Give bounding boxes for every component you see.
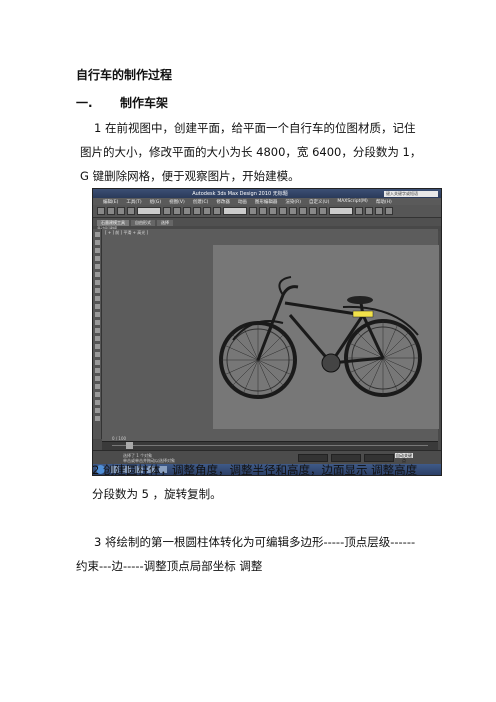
curve-editor-icon[interactable] — [319, 207, 327, 215]
tool-icon[interactable] — [94, 272, 100, 277]
tool-icon[interactable] — [94, 296, 100, 301]
menu-item[interactable]: 编辑(E) — [103, 199, 118, 205]
tool-icon[interactable] — [94, 352, 100, 357]
selection-filter-dropdown[interactable] — [137, 207, 161, 215]
tool-icon[interactable] — [94, 264, 100, 269]
move-icon[interactable] — [193, 207, 201, 215]
menu-item[interactable]: 自定义(U) — [309, 199, 329, 205]
tool-icon[interactable] — [94, 360, 100, 365]
angle-snap-icon[interactable] — [269, 207, 277, 215]
unlink-icon[interactable] — [127, 207, 135, 215]
tool-icon[interactable] — [94, 400, 100, 405]
layer-icon[interactable] — [309, 207, 317, 215]
tool-icon[interactable] — [94, 312, 100, 317]
paragraph-1-line-1: 1 在前视图中，创建平面，给平面一个自行车的位图材质，记住 — [94, 121, 416, 135]
window-titlebar: Autodesk 3ds Max Design 2010 无标题 键入关键字或短… — [93, 189, 441, 198]
mirror-icon[interactable] — [289, 207, 297, 215]
paragraph-1-line-2: 图片的大小，修改平面的大小为长 4800，宽 6400，分段数为 1， — [80, 145, 422, 159]
doc-title: 自行车的制作过程 — [76, 68, 173, 82]
paragraph-3: 3 将绘制的第一根圆柱体转化为可编辑多边形-----顶点层级------ 约束-… — [76, 530, 436, 578]
link-icon[interactable] — [117, 207, 125, 215]
tool-icon[interactable] — [94, 384, 100, 389]
tool-icon[interactable] — [94, 392, 100, 397]
tool-icon[interactable] — [94, 344, 100, 349]
front-viewport[interactable]: [ + ] 前 ] 平滑 + 高光 ] — [102, 229, 439, 441]
rotate-icon[interactable] — [203, 207, 211, 215]
tool-icon[interactable] — [94, 336, 100, 341]
viewport-label[interactable]: [ + ] 前 ] 平滑 + 高光 ] — [105, 230, 148, 236]
percent-snap-icon[interactable] — [279, 207, 287, 215]
tool-icon[interactable] — [94, 256, 100, 261]
menu-item[interactable]: 创建(C) — [193, 199, 209, 205]
tool-icon[interactable] — [94, 328, 100, 333]
paragraph-2: 2 创建圆柱体，调整角度，调整半径和高度，边面显示 调整高度 分段数为 5 ，旋… — [92, 458, 437, 506]
redo-icon[interactable] — [107, 207, 115, 215]
menu-item[interactable]: 图形编辑器 — [255, 199, 278, 205]
material-editor-icon[interactable] — [355, 207, 363, 215]
menu-item[interactable]: MAXScript(M) — [337, 199, 368, 204]
left-toolbar — [93, 229, 102, 439]
section-title: 制作车架 — [120, 96, 169, 110]
tool-icon[interactable] — [94, 416, 100, 421]
menu-item[interactable]: 工具(T) — [126, 199, 141, 205]
paragraph-1: 1 在前视图中，创建平面，给平面一个自行车的位图材质，记住 图片的大小，修改平面… — [80, 116, 434, 188]
paragraph-3-line-2: 约束---边-----调整顶点局部坐标 调整 — [76, 559, 263, 573]
tool-icon[interactable] — [94, 320, 100, 325]
tool-icon[interactable] — [94, 376, 100, 381]
undo-icon[interactable] — [97, 207, 105, 215]
region-icon[interactable] — [183, 207, 191, 215]
section-number: 一. — [76, 96, 93, 110]
bicycle-image — [219, 276, 422, 399]
tool-icon[interactable] — [94, 408, 100, 413]
menu-item[interactable]: 视图(V) — [169, 199, 185, 205]
snap-icon[interactable] — [259, 207, 267, 215]
timeline[interactable]: 0 / 100 — [102, 436, 438, 450]
tool-icon[interactable] — [94, 304, 100, 309]
menu-bar: 编辑(E) 工具(T) 组(G) 视图(V) 创建(C) 修改器 动画 图形编辑… — [93, 198, 441, 205]
paragraph-3-line-1: 3 将绘制的第一根圆柱体转化为可编辑多边形-----顶点层级------ — [94, 535, 416, 549]
paragraph-2-line-1: 2 创建圆柱体，调整角度，调整半径和高度，边面显示 调整高度 — [92, 463, 418, 477]
named-selection-dropdown[interactable] — [329, 207, 353, 215]
menu-item[interactable]: 渲染(R) — [285, 199, 301, 205]
ribbon-tab[interactable]: 自由形式 — [131, 220, 155, 226]
select-by-name-icon[interactable] — [173, 207, 181, 215]
coord-system-dropdown[interactable] — [223, 207, 247, 215]
timeline-label: 0 / 100 — [112, 436, 127, 441]
menu-item[interactable]: 动画 — [238, 199, 247, 205]
window-title: Autodesk 3ds Max Design 2010 无标题 — [192, 191, 288, 197]
timeline-slider[interactable] — [126, 442, 133, 449]
tool-icon[interactable] — [94, 240, 100, 245]
menu-item[interactable]: 帮助(H) — [376, 199, 392, 205]
bicycle-reference-plane[interactable] — [213, 245, 439, 429]
render-icon[interactable] — [385, 207, 393, 215]
select-icon[interactable] — [163, 207, 171, 215]
render-frame-icon[interactable] — [375, 207, 383, 215]
main-toolbar — [93, 205, 441, 218]
tool-icon[interactable] — [94, 248, 100, 253]
section-heading: 一. 制作车架 — [76, 94, 168, 111]
render-setup-icon[interactable] — [365, 207, 373, 215]
menu-item[interactable]: 修改器 — [216, 199, 230, 205]
pivot-icon[interactable] — [249, 207, 257, 215]
tool-icon[interactable] — [94, 288, 100, 293]
scale-icon[interactable] — [213, 207, 221, 215]
paragraph-2-line-2: 分段数为 5 ，旋转复制。 — [92, 487, 222, 501]
max-screenshot: Autodesk 3ds Max Design 2010 无标题 键入关键字或短… — [92, 188, 442, 476]
tool-icon[interactable] — [94, 280, 100, 285]
paragraph-1-line-3: G 键删除网格，便于观察图片，开始建模。 — [80, 169, 300, 183]
search-box[interactable]: 键入关键字或短语 — [384, 190, 438, 197]
ribbon-tab[interactable]: 选择 — [157, 220, 173, 226]
timeline-track[interactable] — [112, 445, 428, 446]
align-icon[interactable] — [299, 207, 307, 215]
menu-item[interactable]: 组(G) — [150, 199, 162, 205]
tool-icon[interactable] — [94, 232, 100, 237]
tool-icon[interactable] — [94, 368, 100, 373]
ribbon-tabs: 石墨建模工具 自由形式 选择 — [93, 218, 441, 226]
